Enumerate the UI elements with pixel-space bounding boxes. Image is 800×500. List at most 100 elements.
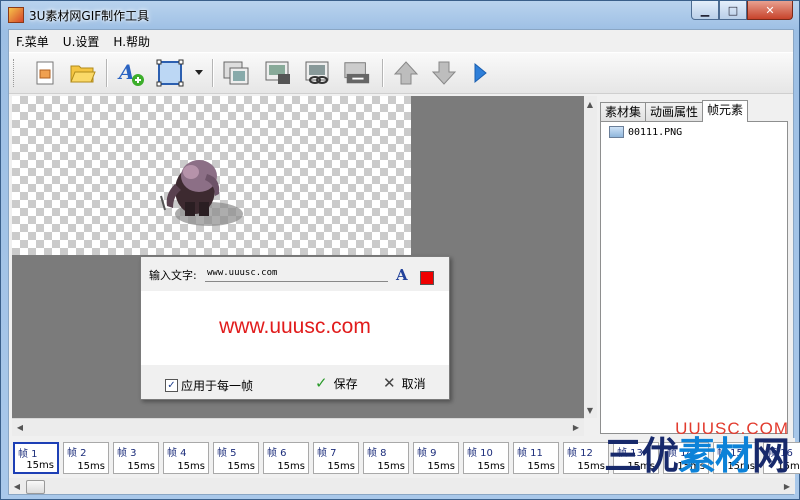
minimize-button[interactable]: ▁ [691, 1, 719, 20]
new-image-icon[interactable] [31, 59, 59, 87]
tab-animation-properties[interactable]: 动画属性 [645, 102, 704, 121]
menu-help[interactable]: H.帮助 [106, 33, 157, 50]
watermark-name-part: 素材 [677, 436, 753, 478]
watermark-name: 三优素材网 [603, 436, 790, 478]
frame-thumbnail[interactable]: 帧 9 15ms [413, 442, 459, 474]
svg-text:A: A [117, 60, 135, 84]
toolbar-separator [106, 59, 108, 87]
frame-thumbnail[interactable]: 帧 11 15ms [513, 442, 559, 474]
canvas-vertical-scrollbar[interactable]: ▲ ▼ [584, 96, 597, 418]
frame-label: 帧 3 [117, 448, 137, 459]
frame-label: 帧 7 [317, 448, 337, 459]
list-item[interactable]: 00111.PNG [609, 126, 682, 138]
frame-thumbnail[interactable]: 帧 12 15ms [563, 442, 609, 474]
frame-elements-panel: 00111.PNG [600, 121, 788, 434]
frame-label: 帧 9 [417, 448, 437, 459]
frame-thumbnail[interactable]: 帧 2 15ms [63, 442, 109, 474]
frame-delay: 15ms [427, 461, 455, 472]
frame-delay: 15ms [177, 461, 205, 472]
link-frames-icon[interactable] [304, 59, 332, 87]
save-label: 保存 [333, 376, 358, 391]
frame-thumbnail[interactable]: 帧 7 15ms [313, 442, 359, 474]
scroll-down-icon[interactable]: ▼ [582, 402, 598, 418]
frame-label: 帧 12 [567, 448, 593, 459]
toolbar-separator [382, 59, 384, 87]
scroll-right-icon[interactable]: ▶ [779, 478, 795, 494]
checkmark-icon: ✓ [315, 374, 328, 392]
scroll-up-icon[interactable]: ▲ [582, 96, 598, 112]
apply-all-label: 应用于每一帧 [181, 379, 254, 393]
preview-text: www.uuusc.com [219, 315, 371, 338]
frame-thumbnail[interactable]: 帧 3 15ms [113, 442, 159, 474]
window-controls: ▁ □ ✕ [691, 1, 793, 21]
frame-thumbnail[interactable]: 帧 5 15ms [213, 442, 259, 474]
toolbar-separator [212, 59, 214, 87]
frame-label: 帧 4 [167, 448, 187, 459]
frame-delay: 15ms [477, 461, 505, 472]
frame-thumbnail[interactable]: 帧 1 15ms [13, 442, 59, 474]
text-color-button[interactable] [420, 271, 434, 285]
scroll-thumb[interactable] [26, 480, 45, 494]
frame-thumbnail[interactable]: 帧 10 15ms [463, 442, 509, 474]
apply-all-checkbox[interactable]: ✓ 应用于每一帧 [165, 377, 253, 394]
menu-settings[interactable]: U.设置 [56, 33, 107, 50]
frame-strip-scrollbar[interactable]: ◀ ▶ [9, 478, 795, 494]
delete-frame-icon[interactable] [343, 59, 371, 87]
frame-label: 帧 5 [217, 448, 237, 459]
move-down-icon[interactable] [430, 59, 458, 87]
frame-delay: 15ms [77, 461, 105, 472]
frame-label: 帧 8 [367, 448, 387, 459]
text-preview: www.uuusc.com [141, 291, 449, 365]
frame-label: 帧 11 [517, 448, 543, 459]
font-button[interactable]: A [396, 266, 408, 284]
frames-icon[interactable] [222, 59, 250, 87]
tab-material-set[interactable]: 素材集 [600, 102, 647, 121]
title-bar[interactable]: 3U素材网GIF制作工具 ▁ □ ✕ [1, 1, 799, 29]
toolbar: A [9, 52, 793, 94]
text-input-dialog: 输入文字: A www.uuusc.com ✓ 应用于每一帧 ✓ 保存 ✕ 取消 [140, 256, 450, 400]
image-file-icon [609, 126, 624, 138]
scroll-left-icon[interactable]: ◀ [9, 478, 25, 494]
frame-delay: 15ms [227, 461, 255, 472]
tab-frame-elements[interactable]: 帧元素 [702, 100, 749, 122]
close-icon: ✕ [383, 374, 396, 392]
menu-file[interactable]: F.菜单 [9, 33, 56, 50]
right-panel: 素材集 动画属性 帧元素 00111.PNG [598, 96, 790, 436]
frame-label: 帧 2 [67, 448, 87, 459]
watermark-name-part: 三优 [603, 436, 679, 478]
play-icon[interactable] [466, 59, 494, 87]
toolbar-grip[interactable] [13, 59, 17, 87]
text-input-label: 输入文字: [149, 269, 197, 282]
window-title: 3U素材网GIF制作工具 [29, 9, 150, 23]
checkbox-checked-icon[interactable]: ✓ [165, 379, 178, 392]
save-image-icon[interactable] [264, 59, 292, 87]
menu-bar: F.菜单 U.设置 H.帮助 [9, 30, 793, 52]
save-button[interactable]: ✓ 保存 [315, 374, 358, 392]
list-item-label: 00111.PNG [628, 126, 683, 138]
transparent-frame-area[interactable] [12, 96, 411, 255]
frame-thumbnail[interactable]: 帧 4 15ms [163, 442, 209, 474]
frame-delay: 15ms [277, 461, 305, 472]
frame-delay: 15ms [127, 461, 155, 472]
add-text-icon[interactable]: A [117, 59, 145, 87]
frame-delay: 15ms [327, 461, 355, 472]
right-panel-tabs: 素材集 动画属性 帧元素 [600, 100, 749, 122]
frame-thumbnail[interactable]: 帧 8 15ms [363, 442, 409, 474]
open-folder-icon[interactable] [69, 59, 97, 87]
canvas-horizontal-scrollbar[interactable]: ◀ ▶ [12, 418, 584, 436]
select-area-icon[interactable] [156, 59, 184, 87]
maximize-button[interactable]: □ [719, 1, 747, 20]
cancel-button[interactable]: ✕ 取消 [383, 374, 426, 392]
close-button[interactable]: ✕ [747, 1, 793, 20]
app-window: 3U素材网GIF制作工具 ▁ □ ✕ F.菜单 U.设置 H.帮助 A ▲ ▼ … [0, 0, 800, 500]
frame-thumbnail[interactable]: 帧 6 15ms [263, 442, 309, 474]
app-icon [8, 7, 24, 23]
scroll-left-icon[interactable]: ◀ [12, 419, 28, 435]
watermark-name-part: 网 [751, 436, 790, 478]
dropdown-arrow-icon[interactable] [193, 59, 205, 87]
scroll-right-icon[interactable]: ▶ [568, 419, 584, 435]
move-up-icon[interactable] [392, 59, 420, 87]
frame-delay: 15ms [26, 460, 54, 471]
frame-delay: 15ms [577, 461, 605, 472]
text-input-field[interactable] [205, 265, 388, 282]
